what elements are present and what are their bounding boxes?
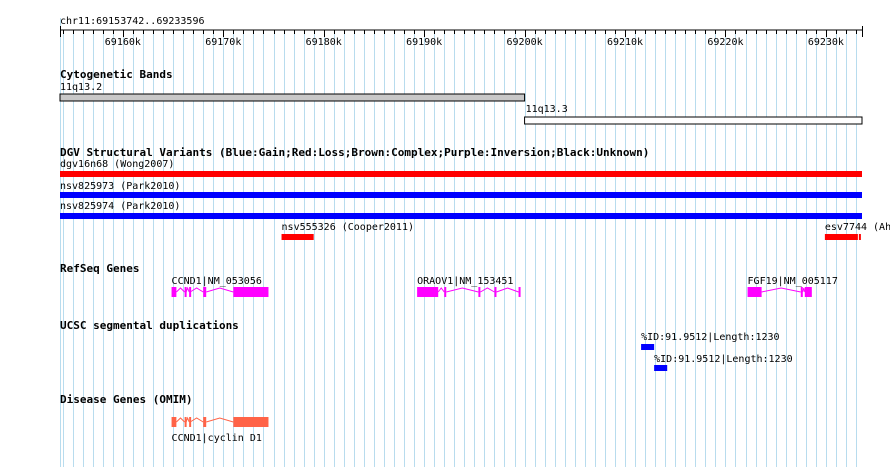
ruler-tick-label: 69180k: [306, 37, 342, 48]
track-title-omim[interactable]: Disease Genes (OMIM): [60, 393, 192, 406]
gene-label: CCND1|NM_053056: [172, 276, 262, 287]
gene-label: ORAOV1|NM_153451: [417, 276, 513, 287]
genome-browser-panel: chr11:69153742..69233596 69160k 69170k 691…: [59, 16, 890, 467]
gene-model-ccnd1-omim[interactable]: [171, 416, 269, 427]
cytoband-feature[interactable]: [524, 116, 863, 125]
gene-exon: [203, 287, 207, 297]
gene-intron: [446, 287, 479, 293]
gene-label: CCND1|cyclin D1: [172, 433, 262, 444]
segdup-feature[interactable]: [654, 365, 668, 371]
gene-model-ccnd1[interactable]: [171, 286, 269, 297]
gene-exon: [804, 287, 812, 297]
gene-exon: [189, 417, 192, 427]
segdup-label: %ID:91.9512|Length:1230: [641, 332, 779, 343]
gene-exon: [184, 417, 187, 427]
dgv-feature-label: nsv825974 (Park2010): [60, 201, 180, 212]
cytoband-track: 11q13.2 11q13.3: [59, 82, 863, 125]
segdup-track: %ID:91.9512|Length:1230 %ID:91.9512|Leng…: [641, 332, 793, 371]
gene-exon: [478, 287, 481, 297]
gene-model-fgf19[interactable]: [747, 287, 812, 297]
dgv-feature-label: nsv825973 (Park2010): [60, 181, 180, 192]
gene-intron: [437, 287, 445, 293]
ruler-tick-label: 69170k: [205, 37, 241, 48]
gene-intron: [206, 417, 234, 423]
ruler-tick-label: 69230k: [808, 37, 844, 48]
ruler-tick-label: 69190k: [406, 37, 442, 48]
dgv-feature-bar[interactable]: [281, 234, 314, 240]
gene-intron: [206, 287, 234, 293]
gene-exon: [800, 287, 803, 297]
dgv-feature-label: esv7744 (Ahn: [825, 222, 890, 233]
gene-exon: [233, 417, 269, 427]
gene-intron: [761, 287, 801, 293]
track-title-refseq[interactable]: RefSeq Genes: [60, 262, 139, 275]
gene-exon: [747, 287, 762, 297]
dgv-feature-bar[interactable]: [60, 192, 862, 198]
cytoband-feature[interactable]: [59, 93, 526, 102]
track-title-cytoband[interactable]: Cytogenetic Bands: [60, 68, 173, 81]
gene-intron: [480, 287, 495, 293]
segdup-label: %ID:91.9512|Length:1230: [654, 354, 792, 365]
gene-exon: [171, 287, 177, 297]
gene-exon: [203, 417, 207, 427]
ruler-tick-label: 69160k: [105, 37, 141, 48]
segdup-feature[interactable]: [641, 344, 655, 350]
dgv-feature-bar-end: [858, 234, 861, 240]
ruler-ticks: 69160k 69170k 69180k 69190k 69200k 69210k 6922…: [60, 26, 863, 48]
ruler-tick-label: 69220k: [707, 37, 743, 48]
ruler-tick-label: 69200k: [507, 37, 543, 48]
track-title-segdup[interactable]: UCSC segmental duplications: [60, 319, 239, 332]
cytoband-label: 11q13.3: [526, 104, 568, 115]
gene-exon: [189, 287, 192, 297]
gene-intron: [189, 417, 204, 423]
dgv-feature-bar[interactable]: [824, 234, 858, 240]
gene-exon: [444, 287, 447, 297]
ruler-title: chr11:69153742..69233596: [60, 16, 205, 27]
dgv-feature-bar[interactable]: [60, 171, 862, 177]
gene-model-oraov1[interactable]: [417, 287, 521, 297]
gene-exon: [233, 287, 269, 297]
cytoband-label: 11q13.2: [60, 82, 102, 93]
ruler-tick-label: 69210k: [607, 37, 643, 48]
gene-exon: [417, 287, 439, 297]
dgv-feature-label: dgv16n68 (Wong2007): [60, 159, 174, 170]
gene-exon: [518, 287, 521, 297]
track-title-dgv[interactable]: DGV Structural Variants (Blue:Gain;Red:L…: [60, 146, 649, 159]
gene-exon: [171, 417, 177, 427]
gene-exon: [494, 287, 497, 297]
gene-label: FGF19|NM_005117: [748, 276, 838, 287]
gene-intron: [189, 287, 204, 293]
dgv-feature-bar[interactable]: [60, 213, 862, 219]
dgv-feature-label: nsv555326 (Cooper2011): [282, 222, 414, 233]
gene-intron: [802, 287, 806, 293]
gene-exon: [184, 287, 187, 297]
